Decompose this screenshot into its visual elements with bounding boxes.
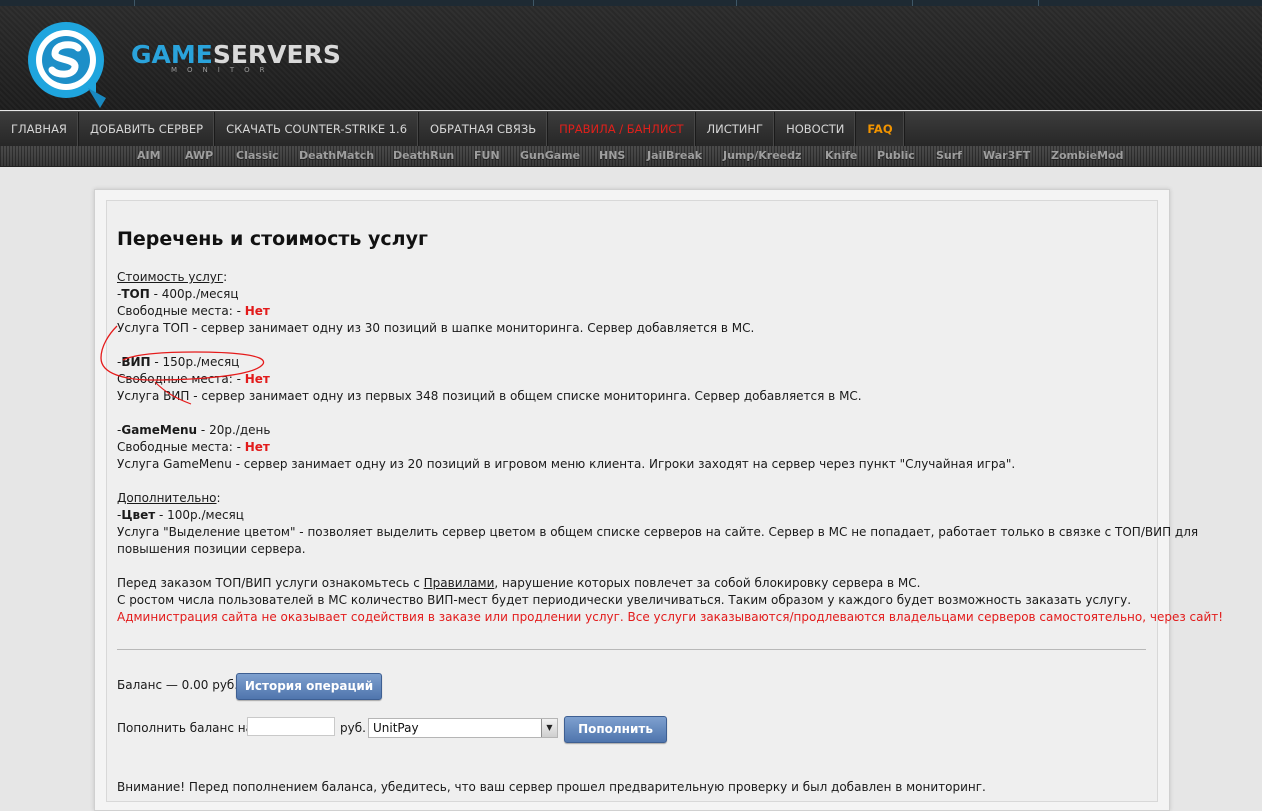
rules-notice: Перед заказом ТОП/ВИП услуги ознакомьтес… [117,575,920,592]
topup-button[interactable]: Пополнить [564,716,667,743]
mode-link-fun[interactable]: FUN [474,149,500,162]
gamemenu-service-line: -GameMenu - 20р./день [117,422,270,439]
gamemenu-service-desc: Услуга GameMenu - сервер занимает одну и… [117,457,1016,471]
nav-item-rules-banlist[interactable]: ПРАВИЛА / БАНЛИСТ [548,112,696,146]
gamemenu-service-price: - 20р./день [197,423,271,437]
mode-link-public[interactable]: Public [877,149,915,162]
mode-link-deathmatch[interactable]: DeathMatch [299,149,374,162]
mode-link-classic[interactable]: Classic [236,149,279,162]
color-service-line: -Цвет - 100р./месяц [117,507,244,524]
mode-link-aim[interactable]: AIM [137,149,161,162]
page-title: Перечень и стоимость услуг [117,228,428,250]
rules-link[interactable]: Правилами [424,576,495,590]
payment-method-select[interactable]: UnitPay ▼ [368,718,558,738]
vip-service-desc: Услуга ВИП - сервер занимает одну из пер… [117,389,862,403]
cost-heading-line: Стоимость услуг: [117,269,227,286]
rules-notice-text: Перед заказом ТОП/ВИП услуги ознакомьтес… [117,576,424,590]
gamemenu-free-status: Нет [244,440,270,454]
extra-heading-line: Дополнительно: [117,490,221,507]
top-service-name: ТОП [121,287,150,301]
mode-link-jailbreak[interactable]: JailBreak [647,149,702,162]
vip-service-line: -ВИП - 150р./месяц [117,354,239,371]
nav-item-add-server[interactable]: ДОБАВИТЬ СЕРВЕР [79,112,216,146]
mode-link-hns[interactable]: HNS [599,149,625,162]
mode-link-zombiemod[interactable]: ZombieMod [1051,149,1123,162]
mode-link-awp[interactable]: AWP [185,149,213,162]
mode-link-gungame[interactable]: GunGame [520,149,580,162]
nav-item-listing[interactable]: ЛИСТИНГ [696,112,776,146]
vip-free-status: Нет [244,372,270,386]
color-service-name: Цвет [121,508,156,522]
nav-item-home[interactable]: ГЛАВНАЯ [0,112,79,146]
vip-free-slots: Свободные места: - Нет [117,371,270,388]
admin-warning: Администрация сайта не оказывает содейст… [117,610,1224,624]
colon: : [223,270,228,284]
nav-item-feedback[interactable]: ОБРАТНАЯ СВЯЗЬ [419,112,549,146]
free-slots-label: Свободные места: - [117,440,245,454]
amount-input[interactable] [247,717,335,736]
content-inner [106,200,1158,802]
brand-part2: SERVERS [212,40,341,69]
extra-heading: Дополнительно [117,491,217,505]
payment-method-value: UnitPay [373,721,419,735]
mode-link-knife[interactable]: Knife [825,149,857,162]
logo-icon[interactable] [24,18,114,110]
colon: : [216,491,221,505]
history-button[interactable]: История операций [236,673,382,700]
top-service-desc: Услуга ТОП - сервер занимает одну из 30 … [117,321,755,335]
divider [117,649,1146,650]
balance-label: Баланс — 0.00 руб. [117,678,239,692]
rules-notice-text-end: , нарушение которых повлечет за собой бл… [494,576,921,590]
top-service-price: - 400р./месяц [149,287,239,301]
color-service-price: - 100р./месяц [155,508,244,522]
footer-warning: Внимание! Перед пополнением баланса, убе… [117,780,986,794]
vip-service-name: ВИП [121,355,151,369]
mode-link-surf[interactable]: Surf [936,149,962,162]
top-free-status: Нет [244,304,270,318]
free-slots-label: Свободные места: - [117,304,245,318]
top-free-slots: Свободные места: - Нет [117,303,270,320]
nav-item-faq[interactable]: FAQ [856,112,905,146]
currency-label: руб. [340,721,366,735]
main-nav: ГЛАВНАЯ ДОБАВИТЬ СЕРВЕР СКАЧАТЬ COUNTER-… [0,111,1262,147]
mode-link-war3ft[interactable]: War3FT [983,149,1030,162]
color-service-desc: Услуга "Выделение цветом" - позволяет вы… [117,525,1199,539]
brand-logo-text[interactable]: GAMESERVERS MONITOR [131,40,341,75]
mode-nav: AIM AWP Classic DeathMatch DeathRun FUN … [0,146,1262,167]
gamemenu-free-slots: Свободные места: - Нет [117,439,270,456]
top-service-line: -ТОП - 400р./месяц [117,286,239,303]
free-slots-label: Свободные места: - [117,372,245,386]
topup-label: Пополнить баланс на [117,721,253,735]
nav-item-news[interactable]: НОВОСТИ [775,112,857,146]
brand-part1: GAME [131,40,213,69]
mode-link-deathrun[interactable]: DeathRun [393,149,454,162]
gamemenu-service-name: GameMenu [121,423,198,437]
growth-notice: С ростом числа пользователей в МС количе… [117,593,1132,607]
mode-link-jump-kreedz[interactable]: Jump/Kreedz [723,149,801,162]
chevron-down-icon[interactable]: ▼ [541,719,557,737]
color-service-desc-cont: повышения позиции сервера. [117,542,306,556]
cost-heading: Стоимость услуг [117,270,224,284]
site-header: GAMESERVERS MONITOR [0,6,1262,110]
nav-item-download-cs[interactable]: СКАЧАТЬ COUNTER-STRIKE 1.6 [215,112,420,146]
vip-service-price: - 150р./месяц [150,355,240,369]
